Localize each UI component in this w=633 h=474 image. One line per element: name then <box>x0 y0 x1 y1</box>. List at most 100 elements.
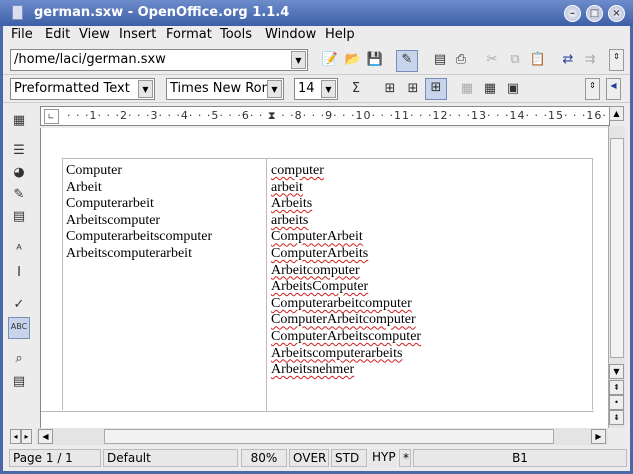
draw-functions-icon[interactable]: ✎ <box>10 186 28 204</box>
title-bar: german.sxw - OpenOffice.org 1.1.4 – □ × <box>0 0 633 26</box>
page-indicator: Page 1 / 1 <box>9 449 101 467</box>
ruler-scale: · · ·1· · ·2· · ·3· · ·4· · ·5· · ·6· · … <box>67 109 610 122</box>
auto-spellcheck-icon[interactable]: ABC <box>8 317 30 339</box>
edit-mode-icon[interactable]: ✎ <box>396 50 418 72</box>
cell-a[interactable]: Computerarbeitscomputer <box>66 229 212 246</box>
vertical-scrollbar[interactable]: ▲ ▼ ⇞ • ⇟ <box>608 106 625 428</box>
paste-icon[interactable]: 📋 <box>529 51 547 69</box>
collapse-icon[interactable]: ◀ <box>606 78 621 100</box>
save-icon[interactable]: 💾 <box>366 51 384 69</box>
insert-mode[interactable]: OVER <box>289 449 329 467</box>
scroll-left-button[interactable]: ◀ <box>38 429 53 444</box>
menu-view[interactable]: View <box>79 27 110 42</box>
insert-object-icon[interactable]: ◕ <box>10 164 28 182</box>
menu-edit[interactable]: Edit <box>45 27 70 42</box>
menu-bar: File Edit View Insert Format Tools Windo… <box>3 26 630 45</box>
minimize-button[interactable]: – <box>564 5 581 22</box>
column-divider <box>266 159 267 411</box>
scroll-thumb[interactable] <box>104 429 554 444</box>
optimize-table-icon[interactable]: ▣ <box>504 80 522 98</box>
misspelled-word[interactable]: ComputerArbeitscomputer <box>271 329 421 344</box>
menu-help[interactable]: Help <box>325 27 355 42</box>
sum-icon[interactable]: Σ <box>347 80 365 98</box>
menu-insert[interactable]: Insert <box>119 27 156 42</box>
selection-mode[interactable]: STD <box>331 449 367 467</box>
paragraph-style-combo[interactable]: Preformatted Text ▼ <box>10 78 155 100</box>
misspelled-word[interactable]: ComputerArbeits <box>271 246 368 261</box>
previous-page-button[interactable]: ⇞ <box>609 380 624 395</box>
document-icon <box>12 5 23 20</box>
align-center-icon[interactable]: ⊞ <box>404 80 422 98</box>
data-sources-icon[interactable]: ▤ <box>10 373 28 391</box>
misspelled-word[interactable]: computer <box>271 163 324 178</box>
document-area[interactable]: Computer Arbeit Computerarbeit Arbeitsco… <box>40 128 608 428</box>
undo-icon[interactable]: ⇄ <box>559 51 577 69</box>
horizontal-scrollbar[interactable]: ◂ ▸ ◀ ▶ <box>10 428 608 445</box>
tab-stop-icon[interactable]: ∟ <box>44 109 59 124</box>
chevron-down-icon[interactable]: ▼ <box>291 51 306 69</box>
chevron-down-icon[interactable]: ▼ <box>267 80 282 98</box>
page-style[interactable]: Default <box>103 449 238 467</box>
cell-a[interactable]: Arbeit <box>66 180 212 197</box>
scroll-thumb[interactable] <box>610 138 624 358</box>
cell-a[interactable]: Computerarbeit <box>66 196 212 213</box>
misspelled-word[interactable]: Arbeitsnehmer <box>271 362 354 377</box>
autocorrect-icon[interactable]: ᴬ <box>10 242 28 260</box>
zoom-level[interactable]: 80% <box>241 449 287 467</box>
export-pdf-icon[interactable]: ▤ <box>431 51 449 69</box>
scroll-left-small[interactable]: ◂ <box>10 429 21 444</box>
form-functions-icon[interactable]: ▤ <box>10 208 28 226</box>
misspelled-word[interactable]: ArbeitsComputer <box>271 279 368 294</box>
cell-reference: B1 <box>413 449 627 467</box>
align-bottom-icon[interactable]: ⊞ <box>425 78 447 100</box>
cell-a[interactable]: Computer <box>66 163 212 180</box>
insert-table-icon[interactable]: ▦ <box>10 112 28 130</box>
scroll-up-button[interactable]: ▲ <box>609 106 624 121</box>
cell-a[interactable]: Arbeitscomputerarbeit <box>66 246 212 263</box>
misspelled-word[interactable]: ComputerArbeitcomputer <box>271 312 416 327</box>
cut-icon[interactable]: ✂ <box>483 51 501 69</box>
chevron-down-icon[interactable]: ▼ <box>321 80 336 98</box>
status-bar: Page 1 / 1 Default 80% OVER STD HYP * B1 <box>3 448 630 468</box>
edit-file-icon[interactable]: 📝 <box>321 51 339 69</box>
url-combo[interactable]: /home/laci/german.sxw ▼ <box>10 49 308 71</box>
font-size-combo[interactable]: 14 ▼ <box>294 78 338 100</box>
cell-background-icon[interactable]: ▦ <box>458 80 476 98</box>
misspelled-word[interactable]: arbeits <box>271 213 308 228</box>
menu-file[interactable]: File <box>11 27 33 42</box>
find-replace-icon[interactable]: ⌕ <box>10 350 28 368</box>
next-page-button[interactable]: ⇟ <box>609 410 624 425</box>
menu-window[interactable]: Window <box>265 27 316 42</box>
menu-format[interactable]: Format <box>166 27 212 42</box>
misspelled-word[interactable]: arbeit <box>271 180 303 195</box>
misspelled-word[interactable]: Arbeitscomputerarbeits <box>271 346 402 361</box>
misspelled-word[interactable]: Arbeitcomputer <box>271 263 360 278</box>
copy-icon[interactable]: ⧉ <box>506 51 524 69</box>
maximize-button[interactable]: □ <box>586 5 603 22</box>
navigation-button[interactable]: • <box>609 395 624 410</box>
toolbar-scroll[interactable]: ⇕ <box>609 49 624 71</box>
text-cursor-icon[interactable]: I <box>10 264 28 282</box>
spellcheck-icon[interactable]: ✓ <box>10 296 28 314</box>
misspelled-word[interactable]: Computerarbeitcomputer <box>271 296 412 311</box>
scroll-right-button[interactable]: ▶ <box>591 429 606 444</box>
misspelled-word[interactable]: ComputerArbeit <box>271 229 363 244</box>
redo-icon[interactable]: ⇉ <box>581 51 599 69</box>
cell-a[interactable]: Arbeitscomputer <box>66 213 212 230</box>
scroll-down-button[interactable]: ▼ <box>609 364 624 379</box>
font-name-combo[interactable]: Times New Roman ▼ <box>166 78 284 100</box>
horizontal-ruler[interactable]: ∟ · · ·1· · ·2· · ·3· · ·4· · ·5· · ·6· … <box>40 106 610 126</box>
toolbar-scroll[interactable]: ⇕ <box>585 78 600 100</box>
align-top-icon[interactable]: ⊞ <box>381 80 399 98</box>
print-icon[interactable]: ⎙ <box>452 51 470 69</box>
misspelled-word[interactable]: Arbeits <box>271 196 312 211</box>
hyperlink-mode[interactable]: HYP <box>369 449 397 467</box>
insert-fields-icon[interactable]: ☰ <box>10 142 28 160</box>
menu-tools[interactable]: Tools <box>220 27 252 42</box>
close-button[interactable]: × <box>608 5 625 22</box>
open-icon[interactable]: 📂 <box>344 51 362 69</box>
table-icon[interactable]: ▦ <box>481 80 499 98</box>
function-toolbar: /home/laci/german.sxw ▼ 📝 📂 💾 ✎ ▤ ⎙ ✂ ⧉ 📋… <box>3 45 630 75</box>
scroll-right-small[interactable]: ▸ <box>21 429 32 444</box>
chevron-down-icon[interactable]: ▼ <box>138 80 153 98</box>
